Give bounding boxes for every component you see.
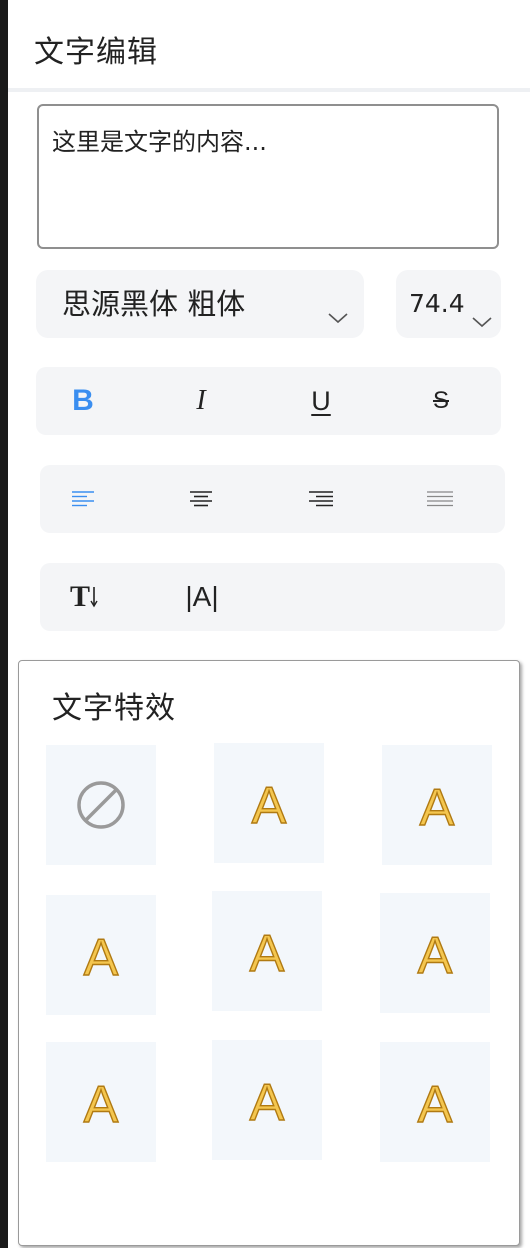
font-family-value: 思源黑体 粗体 [62,287,246,321]
align-left-icon [72,491,94,507]
text-effects-panel: 文字特效 A A A A A A A A [18,660,520,1246]
effect-tile[interactable]: A [212,1040,322,1160]
underline-icon: U [311,385,331,416]
letter-a-icon: A [83,930,119,980]
align-right-icon [309,491,333,507]
chevron-down-icon [472,317,492,328]
italic-icon: I [196,385,206,416]
effect-glyph: A [418,928,453,978]
letter-a-icon: A [249,1075,285,1125]
effect-glyph: A [250,926,285,976]
effect-tile[interactable]: A [212,891,322,1011]
effect-glyph: A [84,930,119,980]
effect-tile[interactable]: A [46,1042,156,1162]
page-title: 文字编辑 [34,35,158,70]
align-justify-button[interactable] [419,465,461,533]
header: 文字编辑 [8,0,530,92]
window-left-edge [0,0,8,1248]
font-family-select[interactable]: 思源黑体 粗体 [36,270,364,338]
letter-a-icon: A [249,926,285,976]
effect-tile[interactable]: A [380,1042,490,1162]
effect-glyph: A [84,1077,119,1127]
font-size-select[interactable]: 74.4 [396,270,501,338]
letter-a-icon: A [417,928,453,978]
effect-glyph: A [420,780,455,830]
bold-button[interactable]: B [62,367,104,435]
align-center-button[interactable] [180,465,222,533]
effect-tile[interactable]: A [214,743,324,863]
italic-button[interactable]: I [180,367,222,435]
strikethrough-icon: S [432,387,449,414]
letter-a-icon: A [251,778,287,828]
align-left-button[interactable] [62,465,104,533]
letter-a-icon: A [83,1077,119,1127]
font-size-value: 74.4 [409,289,465,318]
text-content-input[interactable]: 这里是文字的内容... [37,104,499,249]
align-center-icon [190,491,212,507]
effect-tile[interactable]: A [382,745,492,865]
effects-title: 文字特效 [52,691,176,726]
text-style-toolbar: B I U S [36,367,501,435]
text-align-toolbar [40,465,505,533]
effect-glyph: A [418,1077,453,1127]
letter-a-icon: A [417,1077,453,1127]
effect-none-tile[interactable] [46,745,156,865]
effect-tile[interactable]: A [380,893,490,1013]
align-justify-icon [427,491,453,507]
chevron-down-icon [328,313,348,324]
vertical-text-button[interactable]: T [62,563,106,631]
effect-glyph: A [250,1075,285,1125]
effect-glyph: A [252,778,287,828]
align-right-button[interactable] [300,465,342,533]
none-icon [77,781,125,829]
strikethrough-button[interactable]: S [420,367,462,435]
vertical-text-icon: T [69,580,90,613]
arrow-down-icon [90,587,98,608]
text-direction-toolbar: T |A| [40,563,505,631]
underline-button[interactable]: U [300,367,342,435]
bold-icon: B [72,384,94,417]
effect-tile[interactable]: A [46,895,156,1015]
letter-a-icon: A [419,780,455,830]
letter-spacing-icon: |A| [185,581,219,612]
letter-spacing-button[interactable]: |A| [180,563,224,631]
